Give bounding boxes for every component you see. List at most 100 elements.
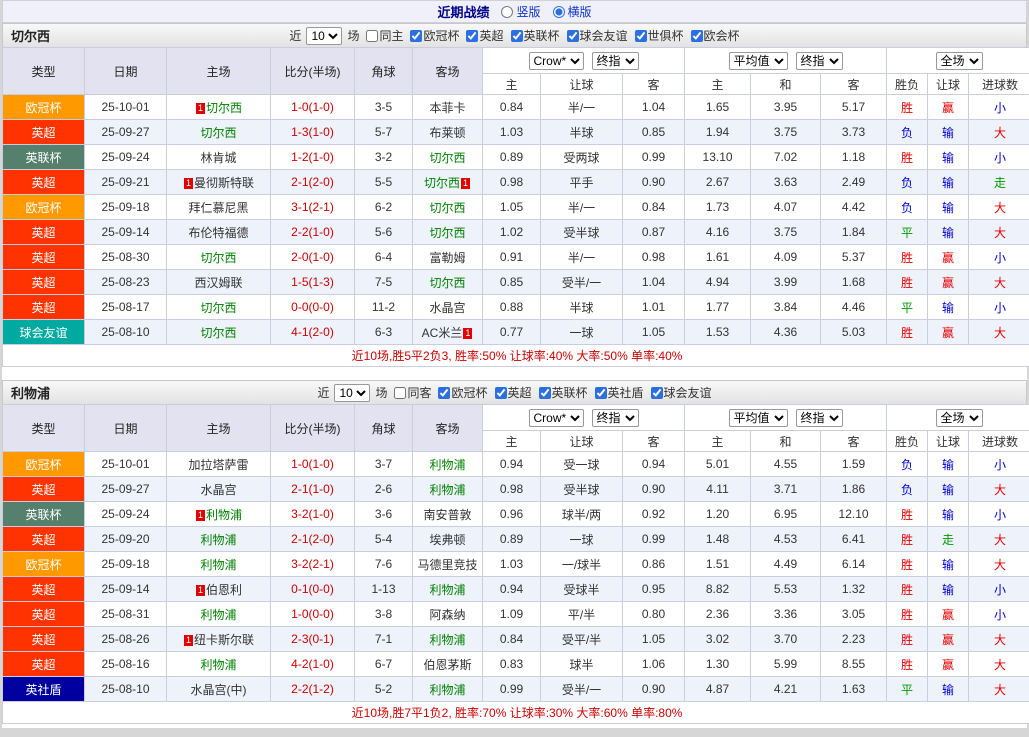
team-link[interactable]: 埃弗顿 (429, 533, 465, 547)
same-venue-checkbox-input[interactable] (394, 386, 407, 399)
competition-checkbox-input[interactable] (690, 29, 703, 42)
away-team-cell[interactable]: 切尔西 (412, 219, 483, 245)
score-cell[interactable]: 2-1(1-0) (270, 476, 355, 502)
same-venue-checkbox[interactable]: 同客 (394, 384, 431, 401)
score-cell[interactable]: 0-0(0-0) (270, 294, 355, 320)
away-team-cell[interactable]: 本菲卡 (412, 94, 483, 120)
competition-checkbox[interactable]: 欧会杯 (690, 27, 740, 44)
team-link[interactable]: 利物浦 (429, 583, 465, 597)
score-cell[interactable]: 1-5(1-3) (270, 269, 355, 295)
score-cell[interactable]: 4-1(2-0) (270, 319, 355, 345)
team-link[interactable]: 布伦特福德 (188, 226, 248, 240)
away-team-cell[interactable]: 阿森纳 (412, 601, 483, 627)
score-cell[interactable]: 1-2(1-0) (270, 144, 355, 170)
home-team-cell[interactable]: 1 切尔西 (166, 94, 271, 120)
odds-view-select[interactable]: 终指 (795, 408, 843, 427)
team-link[interactable]: 利物浦 (429, 483, 465, 497)
team-link[interactable]: 切尔西 (429, 151, 465, 165)
competition-checkbox-input[interactable] (410, 29, 423, 42)
away-team-cell[interactable]: 切尔西 (412, 269, 483, 295)
odds-view-select[interactable]: Crow* (528, 408, 584, 427)
team-link[interactable]: 纽卡斯尔联 (194, 633, 254, 647)
match-count-select[interactable]: 10 (306, 26, 343, 45)
odds-view-select[interactable]: 平均值 (728, 408, 788, 427)
competition-checkbox[interactable]: 球会友谊 (566, 27, 628, 44)
home-team-cell[interactable]: 切尔西 (166, 319, 271, 345)
team-link[interactable]: 切尔西 (429, 226, 465, 240)
away-team-cell[interactable]: 利物浦 (412, 476, 483, 502)
team-link[interactable]: 伯恩利 (206, 583, 242, 597)
team-link[interactable]: 切尔西 (200, 126, 236, 140)
team-link[interactable]: 曼彻斯特联 (194, 176, 254, 190)
score-cell[interactable]: 0-1(0-0) (270, 576, 355, 602)
competition-checkbox[interactable]: 英超 (494, 384, 532, 401)
team-link[interactable]: 切尔西 (424, 176, 460, 190)
away-team-cell[interactable]: 切尔西 1 (412, 169, 483, 195)
away-team-cell[interactable]: 利物浦 (412, 676, 483, 702)
home-team-cell[interactable]: 切尔西 (166, 244, 271, 270)
home-team-cell[interactable]: 1 纽卡斯尔联 (166, 626, 271, 652)
away-team-cell[interactable]: 南安普敦 (412, 501, 483, 527)
odds-view-select[interactable]: 全场 (935, 51, 983, 70)
score-cell[interactable]: 1-0(1-0) (270, 94, 355, 120)
competition-checkbox-input[interactable] (594, 386, 607, 399)
away-team-cell[interactable]: 富勒姆 (412, 244, 483, 270)
score-cell[interactable]: 3-1(2-1) (270, 194, 355, 220)
match-count-select[interactable]: 10 (334, 383, 371, 402)
away-team-cell[interactable]: 埃弗顿 (412, 526, 483, 552)
competition-checkbox-input[interactable] (438, 386, 451, 399)
team-link[interactable]: 南安普敦 (423, 508, 471, 522)
competition-checkbox[interactable]: 欧冠杯 (410, 27, 459, 44)
team-link[interactable]: 马德里竞技 (417, 558, 477, 572)
team-link[interactable]: 切尔西 (200, 326, 236, 340)
team-link[interactable]: 拜仁慕尼黑 (188, 201, 248, 215)
competition-checkbox[interactable]: 欧冠杯 (438, 384, 488, 401)
team-link[interactable]: 伯恩茅斯 (423, 658, 471, 672)
team-link[interactable]: 水晶宫 (429, 301, 465, 315)
score-cell[interactable]: 1-0(1-0) (270, 451, 355, 477)
home-team-cell[interactable]: 水晶宫(中) (166, 676, 271, 702)
home-team-cell[interactable]: 1 曼彻斯特联 (166, 169, 271, 195)
away-team-cell[interactable]: 水晶宫 (412, 294, 483, 320)
team-link[interactable]: 西汉姆联 (194, 276, 242, 290)
score-cell[interactable]: 3-2(2-1) (270, 551, 355, 577)
competition-checkbox-input[interactable] (494, 386, 507, 399)
odds-view-select[interactable]: 终指 (591, 408, 639, 427)
away-team-cell[interactable]: AC米兰 1 (412, 319, 483, 345)
same-venue-checkbox[interactable]: 同主 (366, 27, 403, 44)
home-team-cell[interactable]: 利物浦 (166, 526, 271, 552)
competition-checkbox-input[interactable] (634, 29, 647, 42)
competition-checkbox[interactable]: 英超 (466, 27, 504, 44)
team-link[interactable]: 切尔西 (200, 251, 236, 265)
home-team-cell[interactable]: 林肯城 (166, 144, 271, 170)
competition-checkbox-input[interactable] (510, 29, 523, 42)
team-link[interactable]: 利物浦 (429, 458, 465, 472)
odds-view-select[interactable]: Crow* (528, 51, 584, 70)
competition-checkbox-input[interactable] (538, 386, 551, 399)
score-cell[interactable]: 1-3(1-0) (270, 119, 355, 145)
away-team-cell[interactable]: 伯恩茅斯 (412, 651, 483, 677)
away-team-cell[interactable]: 布莱顿 (412, 119, 483, 145)
home-team-cell[interactable]: 布伦特福德 (166, 219, 271, 245)
score-cell[interactable]: 2-0(1-0) (270, 244, 355, 270)
score-cell[interactable]: 3-2(1-0) (270, 501, 355, 527)
home-team-cell[interactable]: 利物浦 (166, 601, 271, 627)
home-team-cell[interactable]: 加拉塔萨雷 (166, 451, 271, 477)
horizontal-radio-input[interactable] (552, 5, 565, 18)
competition-checkbox-input[interactable] (566, 29, 579, 42)
away-team-cell[interactable]: 马德里竞技 (412, 551, 483, 577)
team-link[interactable]: 林肯城 (200, 151, 236, 165)
layout-radio-vertical[interactable]: 竖版 (501, 3, 541, 20)
team-link[interactable]: 水晶宫 (200, 483, 236, 497)
score-cell[interactable]: 2-1(2-0) (270, 526, 355, 552)
team-link[interactable]: 切尔西 (429, 276, 465, 290)
vertical-radio-input[interactable] (501, 5, 514, 18)
team-link[interactable]: 切尔西 (200, 301, 236, 315)
odds-view-select[interactable]: 终指 (591, 51, 639, 70)
competition-checkbox-input[interactable] (650, 386, 663, 399)
home-team-cell[interactable]: 拜仁慕尼黑 (166, 194, 271, 220)
team-link[interactable]: 切尔西 (429, 201, 465, 215)
team-link[interactable]: AC米兰 (422, 326, 463, 340)
home-team-cell[interactable]: 利物浦 (166, 651, 271, 677)
team-link[interactable]: 布莱顿 (429, 126, 465, 140)
